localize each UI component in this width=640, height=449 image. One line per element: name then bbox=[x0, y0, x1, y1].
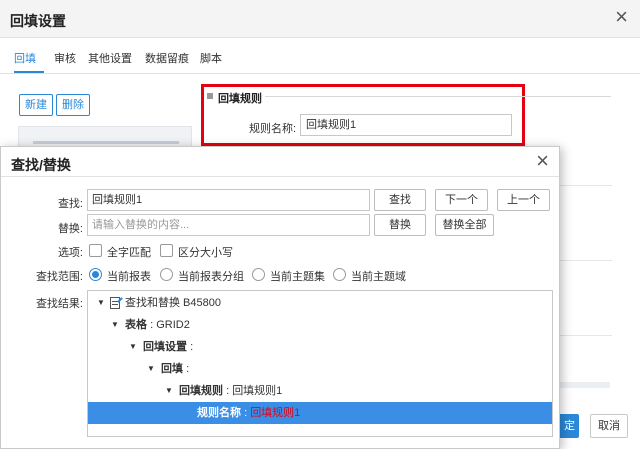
tree-node-key: 回填规则 bbox=[179, 385, 223, 397]
find-label: 查找: bbox=[57, 198, 83, 210]
expand-arrow-icon[interactable]: ▼ bbox=[111, 314, 119, 336]
tree-node-match-value: 回填规则1 bbox=[250, 407, 301, 419]
tree-node-separator: : bbox=[150, 319, 154, 331]
scope-label: 查找范围: bbox=[35, 271, 83, 283]
results-tree: ▼ 查找和替换 B45800 ▼ 表格 : GRID2 ▼ 回填设置 : ▼ 回… bbox=[87, 290, 553, 437]
scope-theme-set-radio[interactable] bbox=[252, 268, 265, 281]
tree-node-key: 表格 bbox=[125, 319, 147, 331]
section-title: 回填规则 bbox=[218, 93, 262, 105]
tree-node-backfill-settings[interactable]: ▼ 回填设置 : bbox=[88, 336, 552, 358]
tree-node-backfill-rule[interactable]: ▼ 回填规则 : 回填规则1 bbox=[88, 380, 552, 402]
delete-button[interactable]: 删除 bbox=[56, 94, 90, 116]
tree-node-key: 回填 bbox=[161, 363, 183, 375]
divider bbox=[560, 260, 612, 261]
find-input[interactable]: 回填规则1 bbox=[87, 189, 370, 211]
tree-node-backfill[interactable]: ▼ 回填 : bbox=[88, 358, 552, 380]
tree-node-label: 查找和替换 B45800 bbox=[125, 297, 221, 309]
tree-node-grid[interactable]: ▼ 表格 : GRID2 bbox=[88, 314, 552, 336]
tab-backfill[interactable]: 回填 bbox=[14, 50, 36, 66]
replace-input[interactable]: 请输入替换的内容... bbox=[87, 214, 370, 236]
previous-button[interactable]: 上一个 bbox=[497, 189, 550, 211]
tree-node-rule-name[interactable]: 规则名称 : 回填规则1 bbox=[88, 402, 552, 424]
divider bbox=[560, 185, 612, 186]
expand-arrow-icon[interactable]: ▼ bbox=[129, 336, 137, 358]
tree-node-key: 规则名称 bbox=[197, 407, 241, 419]
whole-word-label: 全字匹配 bbox=[107, 247, 151, 259]
results-label: 查找结果: bbox=[35, 298, 83, 310]
document-edit-icon bbox=[110, 297, 120, 309]
section-marker-icon bbox=[207, 93, 213, 99]
divider bbox=[560, 335, 612, 336]
section-divider bbox=[265, 96, 611, 97]
dialog-title: 回填设置 bbox=[10, 13, 66, 29]
rule-list-placeholder bbox=[33, 141, 179, 144]
tab-other-settings[interactable]: 其他设置 bbox=[88, 50, 132, 66]
tab-bar: 回填 审核 其他设置 数据留痕 脚本 bbox=[0, 38, 640, 74]
horizontal-scrollbar[interactable] bbox=[560, 382, 610, 388]
rule-name-input[interactable]: 回填规则1 bbox=[300, 114, 512, 136]
options-label: 选项: bbox=[57, 247, 83, 259]
tree-node-key: 回填设置 bbox=[143, 341, 187, 353]
scope-current-report-label: 当前报表 bbox=[107, 271, 151, 283]
dialog-title: 查找/替换 bbox=[11, 157, 71, 173]
new-button[interactable]: 新建 bbox=[19, 94, 53, 116]
scope-current-report-radio[interactable] bbox=[89, 268, 102, 281]
match-case-label: 区分大小写 bbox=[178, 247, 233, 259]
tree-node-value: GRID2 bbox=[156, 319, 190, 331]
replace-button[interactable]: 替换 bbox=[374, 214, 426, 236]
next-button[interactable]: 下一个 bbox=[435, 189, 488, 211]
tree-node-separator: : bbox=[244, 407, 248, 419]
expand-arrow-icon[interactable]: ▼ bbox=[97, 292, 105, 314]
scope-report-group-label: 当前报表分组 bbox=[178, 271, 244, 283]
expand-arrow-icon[interactable]: ▼ bbox=[147, 358, 155, 380]
tree-node-separator: : bbox=[226, 385, 230, 397]
scope-report-group-radio[interactable] bbox=[160, 268, 173, 281]
tree-node-root[interactable]: ▼ 查找和替换 B45800 bbox=[88, 292, 552, 314]
close-icon[interactable]: × bbox=[615, 6, 628, 28]
cancel-button[interactable]: 取消 bbox=[590, 414, 628, 438]
tab-data-trace[interactable]: 数据留痕 bbox=[145, 50, 189, 66]
scope-theme-domain-radio[interactable] bbox=[333, 268, 346, 281]
tab-script[interactable]: 脚本 bbox=[200, 50, 222, 66]
scope-theme-domain-label: 当前主题域 bbox=[351, 271, 406, 283]
replace-label: 替换: bbox=[57, 223, 83, 235]
rule-name-label: 规则名称: bbox=[249, 123, 297, 135]
whole-word-checkbox[interactable] bbox=[89, 244, 102, 257]
scope-theme-set-label: 当前主题集 bbox=[270, 271, 325, 283]
active-tab-indicator bbox=[14, 71, 44, 73]
dialog-titlebar: 查找/替换 × bbox=[1, 147, 559, 177]
tab-audit[interactable]: 审核 bbox=[54, 50, 76, 66]
tree-node-separator: : bbox=[190, 341, 194, 353]
find-replace-dialog: 查找/替换 × 查找: 回填规则1 查找 下一个 上一个 替换: 请输入替换的内… bbox=[0, 146, 560, 449]
expand-arrow-icon[interactable]: ▼ bbox=[165, 380, 173, 402]
replace-all-button[interactable]: 替换全部 bbox=[435, 214, 494, 236]
find-button[interactable]: 查找 bbox=[374, 189, 426, 211]
tree-node-separator: : bbox=[186, 363, 190, 375]
dialog-titlebar: 回填设置 × bbox=[0, 0, 640, 38]
match-case-checkbox[interactable] bbox=[160, 244, 173, 257]
tree-node-value: 回填规则1 bbox=[232, 385, 283, 397]
close-icon[interactable]: × bbox=[536, 150, 549, 172]
